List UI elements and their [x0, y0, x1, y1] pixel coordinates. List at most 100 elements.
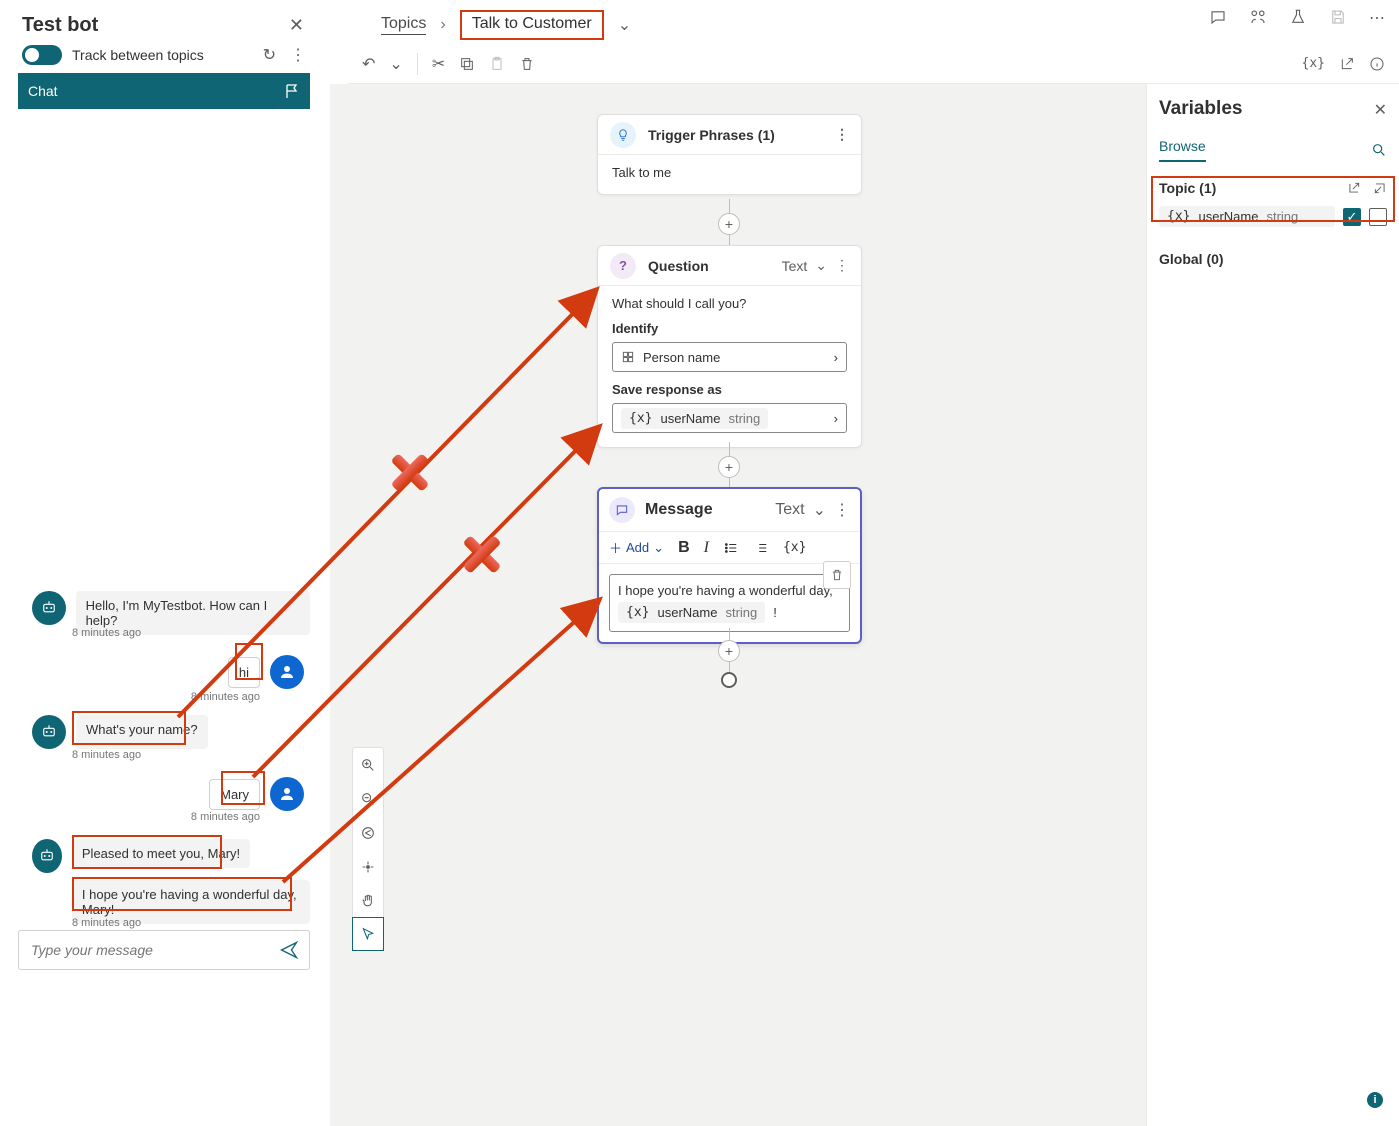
chevron-right-icon: › — [440, 16, 445, 34]
identify-value: Person name — [643, 350, 720, 365]
save-response-label: Save response as — [612, 382, 847, 397]
node-title: Question — [648, 258, 709, 274]
close-icon[interactable]: ✕ — [1374, 100, 1387, 120]
zoom-out-icon[interactable] — [353, 782, 383, 816]
undo-icon[interactable]: ↶ — [362, 54, 375, 74]
message-icon — [609, 497, 635, 523]
select-icon[interactable] — [352, 917, 384, 951]
message-body-editor[interactable]: I hope you're having a wonderful day, {x… — [609, 574, 850, 632]
info-badge[interactable]: i — [1367, 1092, 1383, 1108]
add-node-button[interactable]: + — [718, 456, 740, 478]
search-icon[interactable] — [1371, 142, 1387, 158]
breadcrumb-current[interactable]: Talk to Customer — [472, 15, 592, 32]
message-text: I hope you're having a wonderful day, — [618, 583, 841, 598]
list-bulleted-icon[interactable] — [723, 541, 739, 555]
zoom-in-icon[interactable] — [353, 748, 383, 782]
variable-icon: {x} — [626, 605, 649, 620]
comment-icon[interactable] — [1209, 8, 1227, 28]
insert-variable-icon[interactable]: {x} — [783, 540, 806, 555]
variable-name: userName — [657, 605, 717, 620]
info-icon[interactable] — [1369, 56, 1385, 72]
node-question[interactable]: ? Question Text ⌄ ⋮ What should I call y… — [597, 245, 862, 448]
chat-bar: Chat — [18, 73, 310, 109]
node-message[interactable]: Message Text ⌄ ⋮ ＋ Add ⌄ B I {x} I hope … — [597, 487, 862, 644]
variable-type: string — [725, 605, 757, 620]
add-node-button[interactable]: + — [718, 640, 740, 662]
track-toggle[interactable] — [22, 45, 62, 65]
save-response-selector[interactable]: {x} userName string › — [612, 403, 847, 433]
tab-browse[interactable]: Browse — [1159, 138, 1206, 162]
question-icon: ? — [610, 253, 636, 279]
node-trigger-phrases[interactable]: Trigger Phrases (1) ⋮ Talk to me — [597, 114, 862, 195]
flask-icon[interactable] — [1289, 8, 1307, 28]
italic-icon[interactable]: I — [704, 539, 709, 557]
more-icon[interactable]: ⋯ — [1369, 8, 1385, 28]
test-bot-panel: Test bot ✕ Track between topics ↻ ⋮ Chat… — [18, 10, 310, 970]
track-label: Track between topics — [72, 47, 204, 63]
question-prompt: What should I call you? — [612, 296, 847, 311]
chevron-right-icon: › — [834, 411, 838, 426]
message-punct: ! — [773, 605, 777, 620]
reset-icon[interactable]: ↻ — [263, 45, 276, 65]
delete-message-button[interactable] — [823, 561, 851, 589]
node-more-icon[interactable]: ⋮ — [834, 500, 850, 520]
node-type-label: Text — [782, 258, 808, 274]
chevron-down-icon[interactable]: ⌄ — [618, 15, 631, 35]
lightbulb-icon — [610, 122, 636, 148]
variables-title: Variables — [1159, 98, 1387, 120]
annotation-box — [235, 643, 263, 680]
identify-selector[interactable]: Person name › — [612, 342, 847, 372]
annotation-x-icon — [388, 450, 432, 494]
open-icon[interactable] — [1339, 56, 1355, 72]
cut-icon[interactable]: ✂ — [432, 54, 445, 74]
zoom-toolbar — [352, 747, 384, 951]
node-title: Trigger Phrases (1) — [648, 127, 775, 143]
send-icon[interactable] — [279, 940, 299, 960]
message-input-container — [18, 930, 310, 970]
variable-type: string — [728, 411, 760, 426]
chevron-down-icon[interactable]: ⌄ — [813, 500, 826, 520]
global-section-label: Global (0) — [1159, 251, 1224, 267]
identify-label: Identify — [612, 321, 847, 336]
breadcrumb: Topics › Talk to Customer ⌄ — [381, 10, 631, 40]
node-type-label: Text — [775, 501, 804, 519]
chevron-down-icon[interactable]: ⌄ — [389, 54, 402, 74]
user-avatar — [270, 655, 304, 689]
annotation-box — [221, 771, 265, 805]
message-input[interactable] — [29, 941, 279, 959]
bot-analytics-icon[interactable] — [1249, 8, 1267, 28]
variables-panel: Variables ✕ Browse Topic (1) {x} userNam… — [1146, 84, 1399, 1126]
add-node-button[interactable]: + — [718, 213, 740, 235]
delete-icon[interactable] — [519, 56, 535, 72]
canvas-toolbar: ↶ ⌄ ✂ {x} — [348, 44, 1399, 84]
fit-icon[interactable] — [353, 816, 383, 850]
variable-name: userName — [660, 411, 720, 426]
close-icon[interactable]: ✕ — [289, 15, 304, 36]
copy-icon[interactable] — [459, 56, 475, 72]
user-avatar — [270, 777, 304, 811]
save-icon[interactable] — [1329, 8, 1347, 28]
entity-icon — [621, 350, 635, 364]
center-icon[interactable] — [353, 850, 383, 884]
chevron-down-icon[interactable]: ⌄ — [815, 257, 827, 274]
annotation-box — [1151, 176, 1395, 222]
end-node — [721, 672, 737, 688]
pan-icon[interactable] — [353, 884, 383, 918]
flag-icon[interactable] — [284, 83, 300, 99]
annotation-box — [72, 835, 222, 869]
add-button[interactable]: ＋ Add ⌄ — [609, 538, 664, 557]
variable-icon: {x} — [629, 411, 652, 426]
timestamp: 8 minutes ago — [72, 627, 141, 639]
list-numbered-icon[interactable] — [753, 541, 769, 555]
more-icon[interactable]: ⋮ — [290, 45, 306, 65]
node-title: Message — [645, 501, 713, 519]
timestamp: 8 minutes ago — [72, 749, 141, 761]
node-more-icon[interactable]: ⋮ — [835, 257, 849, 274]
bot-avatar — [32, 715, 66, 749]
node-more-icon[interactable]: ⋮ — [835, 126, 849, 143]
variable-icon[interactable]: {x} — [1302, 56, 1325, 71]
chat-label: Chat — [28, 83, 58, 99]
breadcrumb-root[interactable]: Topics — [381, 15, 426, 35]
paste-icon[interactable] — [489, 56, 505, 72]
bold-icon[interactable]: B — [678, 539, 690, 557]
